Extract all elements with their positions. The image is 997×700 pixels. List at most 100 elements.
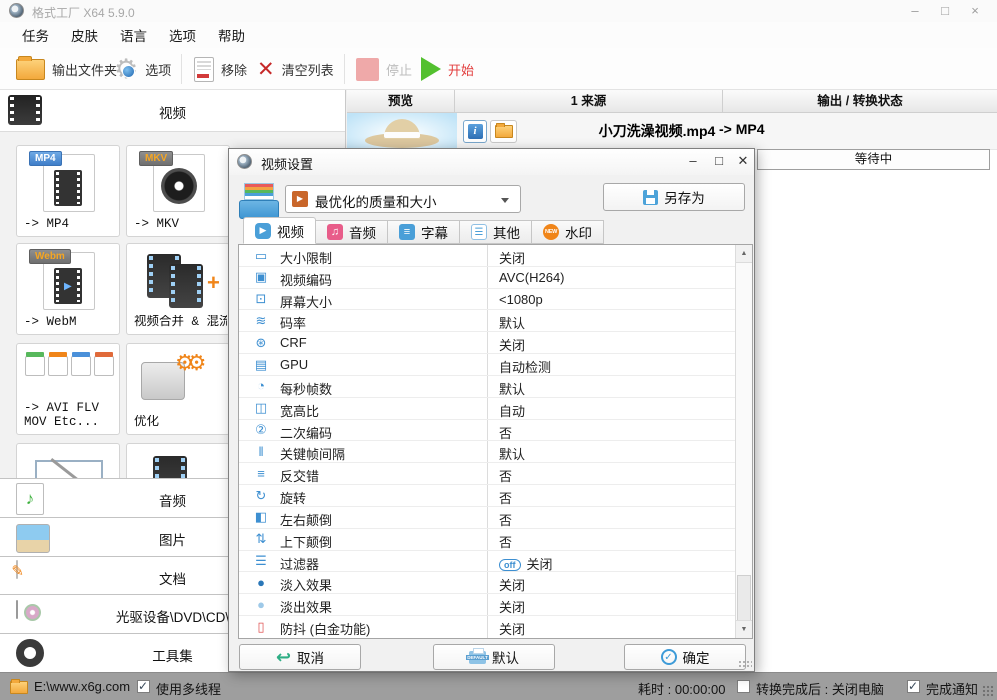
flip-vertical-icon: ⇅	[255, 531, 267, 547]
setting-row-stabilize[interactable]: ▯ 防抖 (白金功能) 关闭	[239, 616, 752, 638]
tab-label: 其他	[493, 226, 520, 241]
app-icon	[9, 3, 24, 18]
setting-row-fps[interactable]: ◔ 每秒帧数 默认	[239, 376, 752, 398]
menu-skin[interactable]: 皮肤	[67, 22, 102, 48]
tab-subtitle[interactable]: ≡ 字幕	[388, 220, 460, 244]
multithread-checkbox[interactable]	[137, 679, 150, 693]
dialog-maximize-button[interactable]: □	[707, 151, 731, 171]
clear-list-label: 清空列表	[281, 62, 334, 78]
dialog-close-button[interactable]: ✕	[731, 151, 755, 171]
profile-select[interactable]: ▶ 最优化的质量和大小	[285, 185, 521, 213]
options-button[interactable]: ⚙ 选项	[114, 48, 171, 90]
menu-help[interactable]: 帮助	[214, 22, 249, 48]
atom-icon: ⊛	[255, 334, 267, 350]
hat-image	[384, 132, 420, 138]
other-tab-icon: ☰	[471, 224, 487, 240]
profile-video-icon: ▶	[292, 191, 308, 207]
card-video-merge-mux[interactable]: + 视频合并 & 混流	[126, 243, 230, 335]
setting-row-keyframe-interval[interactable]: ‖ 关键帧间隔 默认	[239, 441, 752, 464]
close-button[interactable]: ×	[962, 0, 988, 22]
setting-label: 过滤器	[280, 556, 320, 572]
output-folder-label: 输出文件夹	[52, 62, 118, 78]
tab-video[interactable]: ▶ 视频	[243, 217, 316, 244]
tab-label: 字幕	[421, 226, 448, 241]
setting-row-deinterlace[interactable]: ≡ 反交错 否	[239, 463, 752, 486]
card-partial-film[interactable]	[126, 443, 230, 478]
setting-row-two-pass[interactable]: ② 二次编码 否	[239, 420, 752, 442]
maximize-button[interactable]: □	[932, 0, 958, 22]
ok-button[interactable]: ✓ 确定	[624, 644, 746, 670]
webm-badge: Webm	[29, 249, 71, 264]
open-folder-button[interactable]	[490, 120, 517, 143]
off-badge: off	[499, 558, 521, 571]
gpu-icon: ▤	[254, 356, 268, 372]
dialog-resize-grip[interactable]	[738, 660, 752, 669]
scroll-down-arrow[interactable]: ▼	[736, 620, 752, 638]
setting-row-rotate[interactable]: ↻ 旋转 否	[239, 485, 752, 507]
resize-grip[interactable]	[982, 685, 994, 697]
setting-row-aspect-ratio[interactable]: ◫ 宽高比 自动	[239, 398, 752, 420]
watermark-tab-icon: NEW	[543, 224, 559, 240]
sidebar-header-video[interactable]: 视频	[0, 90, 345, 132]
minimize-button[interactable]: –	[902, 0, 928, 22]
setting-row-crf[interactable]: ⊛ CRF 关闭	[239, 332, 752, 355]
notify-checkbox[interactable]	[907, 679, 920, 693]
menu-options[interactable]: 选项	[165, 22, 200, 48]
tab-other[interactable]: ☰ 其他	[460, 220, 532, 244]
remove-button[interactable]: 移除	[194, 48, 247, 90]
card-to-mp4[interactable]: MP4 -> MP4	[16, 145, 120, 237]
card-partial-crop[interactable]	[16, 443, 120, 478]
setting-row-fade-out[interactable]: ● 淡出效果 关闭	[239, 594, 752, 617]
start-button[interactable]: 开始	[421, 48, 474, 90]
setting-row-filter[interactable]: ☰ 过滤器 off 关闭	[239, 551, 752, 573]
stop-button[interactable]: 停止	[356, 48, 412, 90]
queue-row[interactable]: i 小刀洗澡视频.mp4 -> MP4	[347, 113, 997, 150]
setting-row-gpu[interactable]: ▤ GPU 自动检测	[239, 354, 752, 376]
table-scrollbar[interactable]: ▲ ▼	[735, 245, 752, 638]
toolbar: 输出文件夹 ⚙ 选项 移除 ✕ 清空列表 停止 开始	[0, 48, 997, 90]
menu-language[interactable]: 语言	[116, 22, 151, 48]
tab-watermark[interactable]: NEW 水印	[532, 220, 604, 244]
save-as-button[interactable]: 另存为	[603, 183, 745, 211]
menu-tasks[interactable]: 任务	[18, 22, 53, 48]
setting-row-screen-size[interactable]: ⊡ 屏幕大小 <1080p	[239, 289, 752, 311]
setting-row-fade-in[interactable]: ● 淡入效果 关闭	[239, 572, 752, 595]
output-folder-button[interactable]: 输出文件夹	[16, 48, 117, 90]
setting-row-flip-vertical[interactable]: ⇅ 上下颠倒 否	[239, 529, 752, 551]
dialog-titlebar[interactable]: 视频设置 – □ ✕	[229, 149, 754, 175]
setting-label: 防抖 (白金功能)	[280, 622, 371, 638]
cancel-button[interactable]: ↩ 取消	[239, 644, 361, 670]
dialog-minimize-button[interactable]: –	[681, 151, 705, 171]
output-path[interactable]: E:\www.x6g.com	[34, 679, 130, 694]
toolbar-separator	[344, 54, 345, 84]
sidebar-header-label: 视频	[159, 106, 186, 121]
flv-mini-icon	[48, 352, 68, 376]
scroll-up-arrow[interactable]: ▲	[736, 245, 752, 263]
preview-thumbnail	[347, 113, 457, 149]
monitor-icon: ⊡	[255, 291, 267, 307]
setting-row-flip-horizontal[interactable]: ◧ 左右颠倒 否	[239, 507, 752, 529]
setting-value: 关闭	[499, 338, 526, 354]
clear-list-button[interactable]: ✕ 清空列表	[257, 48, 334, 90]
column-output-status: 输出 / 转换状态	[817, 94, 903, 108]
window-title: 格式工厂 X64 5.9.0	[32, 6, 135, 20]
info-icon: i	[467, 124, 483, 139]
queue-header: 预览 1 来源 输出 / 转换状态	[347, 90, 997, 113]
plus-icon: +	[207, 270, 220, 295]
card-to-avi-flv-mov[interactable]: -> AVI FLV MOV Etc...	[16, 343, 120, 435]
card-optimize[interactable]: ⚙⚙ 优化	[126, 343, 230, 435]
tab-label: 水印	[565, 226, 592, 241]
mkv-badge: MKV	[139, 151, 174, 166]
setting-value: AVC(H264)	[499, 269, 565, 285]
setting-row-size-limit[interactable]: ▭ 大小限制 关闭	[239, 245, 752, 267]
shutdown-after-checkbox[interactable]	[737, 680, 750, 693]
setting-row-video-encode[interactable]: ▣ 视频编码 AVC(H264)	[239, 267, 752, 289]
tab-audio[interactable]: ♫ 音频	[316, 220, 388, 244]
card-to-mkv[interactable]: MKV -> MKV	[126, 145, 230, 237]
media-info-button[interactable]: i	[463, 120, 487, 143]
cancel-label: 取消	[297, 651, 325, 666]
card-to-webm[interactable]: ▶ Webm -> WebM	[16, 243, 120, 335]
setting-row-bitrate[interactable]: ≋ 码率 默认	[239, 310, 752, 333]
setting-label: 二次编码	[280, 425, 333, 441]
default-button[interactable]: DEFAULT 默认	[433, 644, 555, 670]
